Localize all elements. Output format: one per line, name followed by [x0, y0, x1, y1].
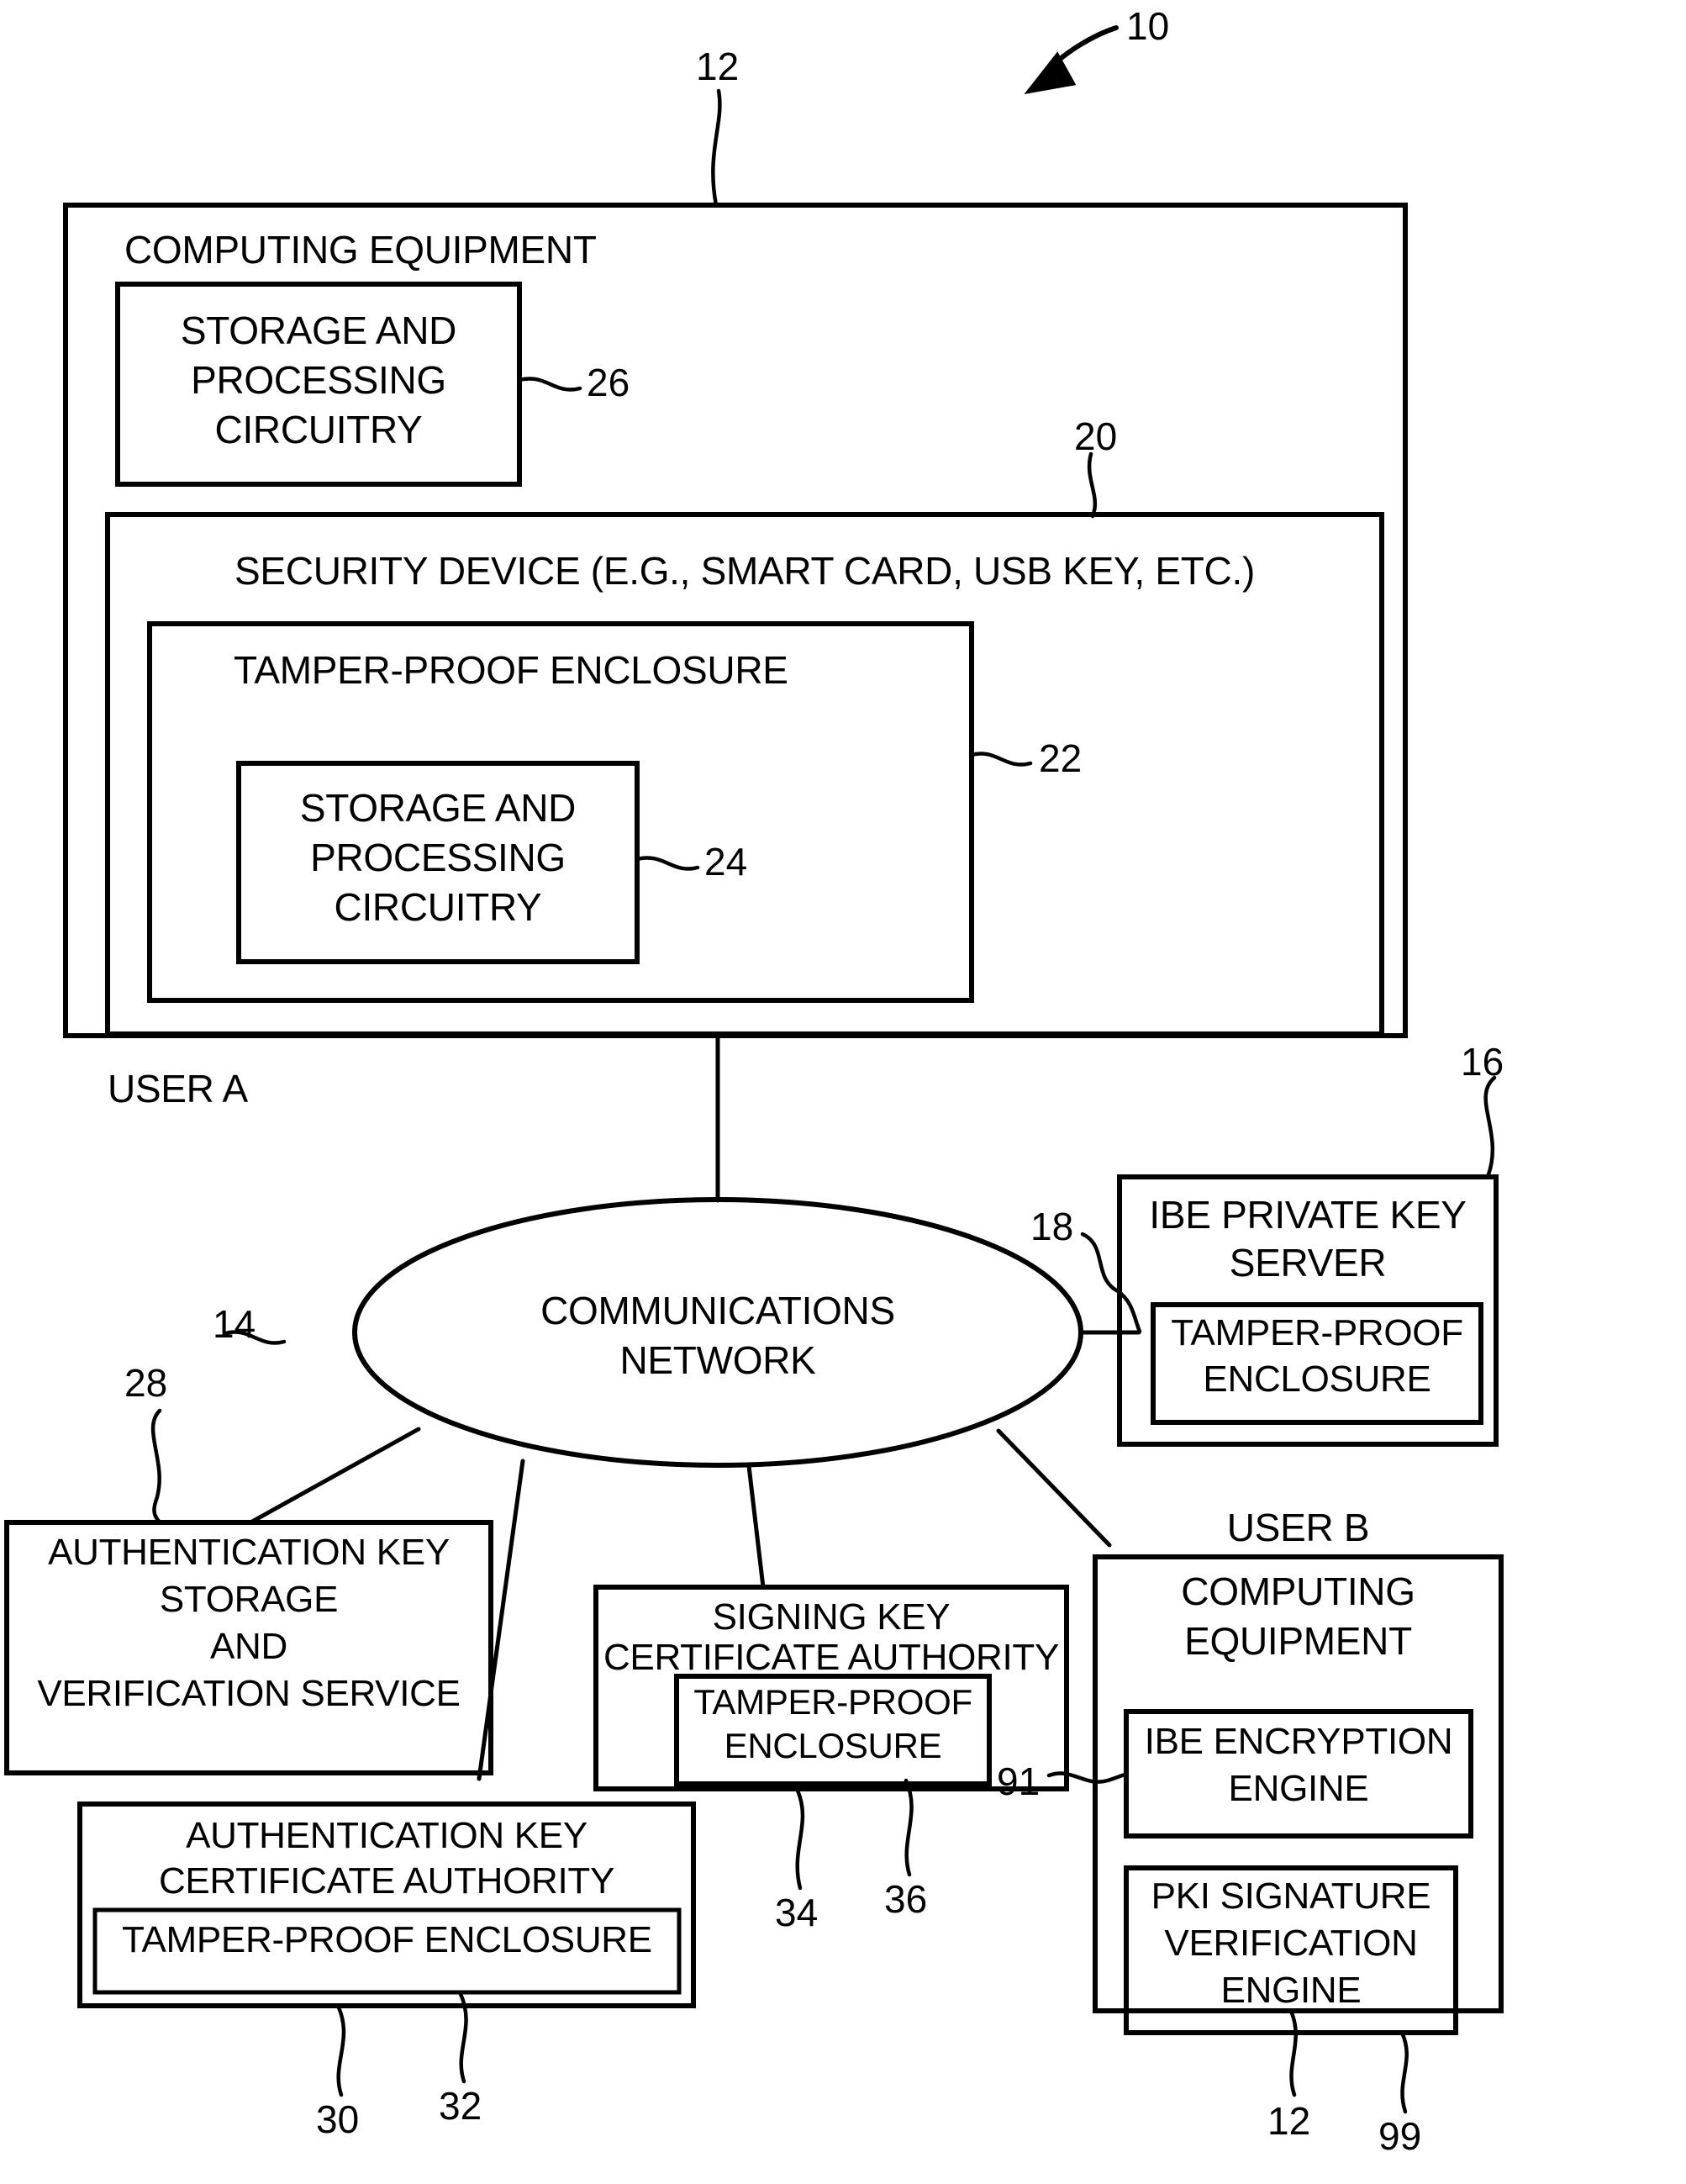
lead-line-30: [336, 2005, 346, 2097]
communications-network-line1: COMMUNICATIONS: [540, 1289, 895, 1332]
signing-key-ca-line1: SIGNING KEY: [712, 1596, 951, 1638]
storage-processing-26-line1: STORAGE AND: [180, 309, 457, 352]
ref-numeral-14: 14: [213, 1302, 256, 1346]
lead-line-91: [1046, 1771, 1129, 1784]
ref-numeral-34: 34: [775, 1891, 819, 1934]
lead-line-34: [795, 1788, 805, 1891]
link-network-to-auth-key-storage: [250, 1427, 421, 1524]
ref-numeral-20: 20: [1074, 414, 1118, 458]
ibe-private-key-server-line1: IBE PRIVATE KEY: [1149, 1193, 1467, 1237]
lead-line-99: [1399, 2030, 1409, 2114]
figure-ref-numeral: 10: [1126, 4, 1170, 48]
ref-numeral-32: 32: [439, 2084, 482, 2128]
ref-numeral-22: 22: [1039, 736, 1083, 780]
lead-line-22: [969, 752, 1033, 767]
lead-line-28: [150, 1408, 162, 1525]
ref-numeral-30: 30: [316, 2097, 360, 2141]
ref-numeral-18: 18: [1030, 1205, 1074, 1248]
ref-numeral-28: 28: [124, 1361, 168, 1405]
tamper-proof-enclosure-22-title: TAMPER-PROOF ENCLOSURE: [234, 648, 788, 692]
patent-figure: 10 12 COMPUTING EQUIPMENT STORAGE AND PR…: [0, 0, 1686, 2184]
security-device-title: SECURITY DEVICE (E.G., SMART CARD, USB K…: [234, 549, 1255, 593]
signing-key-ca-tamper-line2: ENCLOSURE: [724, 1726, 942, 1765]
ibe-server-tamper-line1: TAMPER-PROOF: [1171, 1312, 1463, 1353]
lead-line-26: [517, 377, 582, 392]
auth-key-storage-line1: AUTHENTICATION KEY: [48, 1532, 450, 1573]
pki-signature-line3: ENGINE: [1220, 1970, 1362, 2011]
computing-equipment-title: COMPUTING EQUIPMENT: [124, 228, 597, 272]
ref-numeral-24: 24: [704, 840, 748, 884]
figure-ref-arrow: [1024, 25, 1119, 95]
user-b-label: USER B: [1226, 1506, 1370, 1549]
ibe-private-key-server-line2: SERVER: [1229, 1241, 1387, 1285]
storage-processing-26-line2: PROCESSING: [191, 358, 446, 402]
signing-key-ca-tamper-line1: TAMPER-PROOF: [693, 1682, 972, 1722]
ref-numeral-36: 36: [884, 1877, 928, 1921]
auth-key-storage-line3: AND: [210, 1626, 287, 1667]
communications-network-line2: NETWORK: [619, 1338, 816, 1382]
storage-processing-24-line2: PROCESSING: [310, 836, 566, 879]
lead-line-36: [904, 1778, 914, 1877]
lead-line-12b: [1288, 2008, 1298, 2097]
ibe-encryption-engine-line2: ENGINE: [1228, 1768, 1369, 1809]
ref-numeral-12-top: 12: [696, 45, 740, 88]
ibe-encryption-engine-line1: IBE ENCRYPTION: [1144, 1721, 1453, 1762]
pki-signature-line2: VERIFICATION: [1164, 1923, 1418, 1964]
storage-processing-24-line1: STORAGE AND: [299, 786, 577, 830]
storage-processing-24-line3: CIRCUITRY: [334, 885, 542, 929]
link-network-to-user-b: [996, 1428, 1112, 1548]
user-b-computing-line2: EQUIPMENT: [1184, 1619, 1412, 1663]
ref-numeral-91: 91: [997, 1759, 1041, 1803]
lead-line-20: [1087, 451, 1098, 519]
lead-line-12: [711, 88, 722, 208]
link-network-to-signing-key-ca: [746, 1464, 766, 1590]
signing-key-ca-line2: CERTIFICATE AUTHORITY: [603, 1637, 1060, 1678]
pki-signature-line1: PKI SIGNATURE: [1151, 1875, 1431, 1917]
ref-numeral-99: 99: [1378, 2114, 1422, 2158]
auth-key-ca-line2: CERTIFICATE AUTHORITY: [158, 1860, 615, 1902]
ref-numeral-26: 26: [587, 361, 630, 404]
auth-key-ca-line1: AUTHENTICATION KEY: [186, 1815, 587, 1856]
ibe-server-tamper-line2: ENCLOSURE: [1203, 1358, 1431, 1400]
user-b-computing-line1: COMPUTING: [1181, 1569, 1415, 1613]
lead-line-16: [1483, 1075, 1497, 1179]
auth-key-ca-tamper-text: TAMPER-PROOF ENCLOSURE: [122, 1919, 652, 1960]
ref-numeral-12-bottom: 12: [1267, 2099, 1311, 2143]
auth-key-storage-line2: STORAGE: [159, 1579, 339, 1620]
auth-key-storage-line4: VERIFICATION SERVICE: [37, 1673, 461, 1714]
storage-processing-26-line3: CIRCUITRY: [214, 408, 423, 451]
lead-line-24: [635, 856, 700, 871]
user-a-label: USER A: [108, 1067, 248, 1110]
ref-numeral-16: 16: [1461, 1040, 1504, 1084]
